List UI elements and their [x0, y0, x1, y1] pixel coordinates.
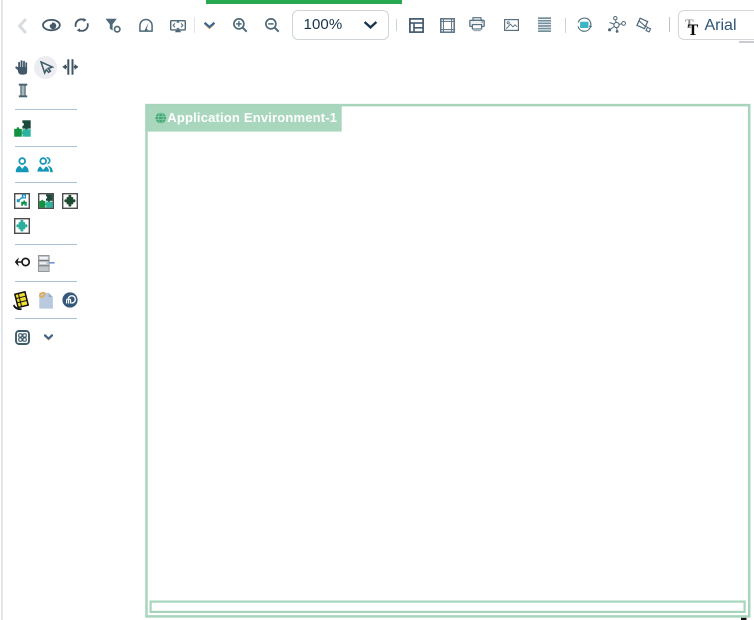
- svg-text:Application Environment-1: Application Environment-1: [167, 110, 337, 125]
- svg-text:T: T: [687, 22, 698, 36]
